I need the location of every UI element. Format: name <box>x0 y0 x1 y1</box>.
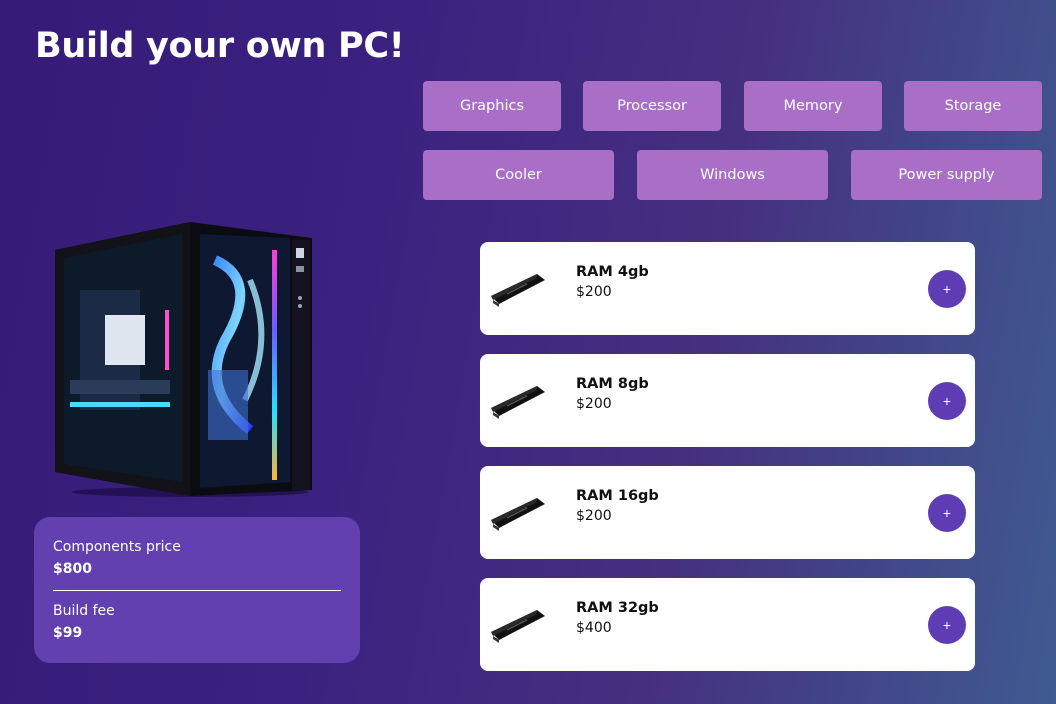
components-price-label: Components price <box>53 539 181 555</box>
price-summary-panel: Components price $800 Build fee $99 <box>34 517 360 663</box>
category-processor-button[interactable]: Processor <box>583 81 721 131</box>
pc-case-image <box>55 222 312 497</box>
add-button[interactable]: + <box>928 494 966 532</box>
add-button[interactable]: + <box>928 270 966 308</box>
add-button[interactable]: + <box>928 606 966 644</box>
ram-stick-icon <box>491 274 545 307</box>
product-name: RAM 32gb <box>576 600 659 616</box>
components-price-value: $800 <box>53 561 92 577</box>
category-windows-button[interactable]: Windows <box>637 150 828 200</box>
product-card: RAM 32gb $400 + <box>480 578 975 671</box>
product-card: RAM 16gb $200 + <box>480 466 975 559</box>
category-graphics-button[interactable]: Graphics <box>423 81 561 131</box>
category-cooler-button[interactable]: Cooler <box>423 150 614 200</box>
category-storage-button[interactable]: Storage <box>904 81 1042 131</box>
category-power-supply-button[interactable]: Power supply <box>851 150 1042 200</box>
ram-stick-icon <box>491 386 545 419</box>
product-price: $200 <box>576 396 612 412</box>
divider <box>53 590 341 591</box>
product-price: $200 <box>576 508 612 524</box>
product-card: RAM 8gb $200 + <box>480 354 975 447</box>
product-price: $400 <box>576 620 612 636</box>
add-button[interactable]: + <box>928 382 966 420</box>
build-fee-value: $99 <box>53 625 83 641</box>
page-title: Build your own PC! <box>35 26 405 66</box>
product-name: RAM 16gb <box>576 488 659 504</box>
product-card: RAM 4gb $200 + <box>480 242 975 335</box>
ram-stick-icon <box>491 610 545 643</box>
category-memory-button[interactable]: Memory <box>744 81 882 131</box>
product-name: RAM 8gb <box>576 376 649 392</box>
ram-stick-icon <box>491 498 545 531</box>
product-price: $200 <box>576 284 612 300</box>
product-name: RAM 4gb <box>576 264 649 280</box>
build-fee-label: Build fee <box>53 603 115 619</box>
